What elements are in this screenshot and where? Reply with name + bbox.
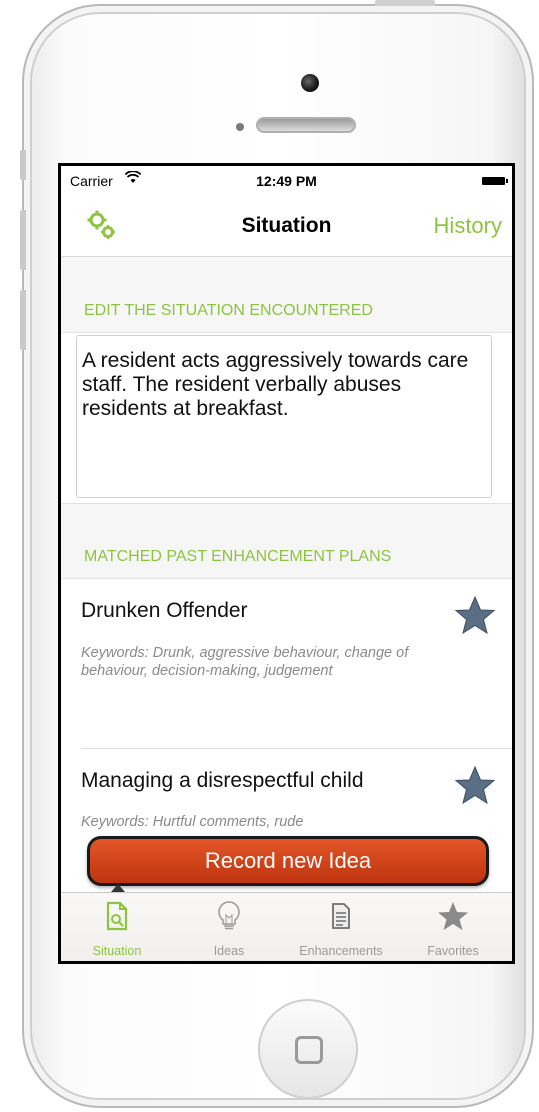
tab-enhancements[interactable]: Enhancements (285, 893, 397, 961)
home-square-icon (295, 1036, 323, 1064)
lightbulb-icon (218, 901, 240, 930)
power-button (375, 0, 435, 6)
speaker-grille (256, 117, 356, 133)
document-search-icon (106, 901, 128, 931)
section-header-plans: MATCHED PAST ENHANCEMENT PLANS (84, 548, 392, 565)
navigation-bar: Situation History (61, 194, 512, 257)
battery-icon (482, 177, 508, 185)
tab-favorites[interactable]: Favorites (397, 893, 509, 961)
tab-label: Situation (92, 944, 142, 958)
situation-text-area[interactable]: A resident acts aggressively towards car… (76, 335, 492, 498)
phone-screen: Carrier 12:49 PM Situation History EDIT … (58, 163, 515, 964)
star-icon (438, 902, 468, 930)
home-button[interactable] (258, 999, 358, 1099)
document-icon (332, 903, 350, 929)
plan-title: Managing a disrespectful child (81, 769, 364, 792)
volume-up-button (20, 210, 26, 270)
sensor-dot (236, 123, 244, 131)
record-new-idea-button[interactable]: Record new Idea (87, 836, 489, 886)
status-bar: Carrier 12:49 PM (61, 166, 512, 194)
section-header-situation: EDIT THE SITUATION ENCOUNTERED (84, 302, 373, 319)
plan-list-item[interactable]: Drunken Offender Keywords: Drunk, aggres… (61, 579, 512, 749)
volume-down-button (20, 290, 26, 350)
star-icon[interactable] (454, 595, 496, 637)
mute-switch (20, 150, 26, 180)
tab-bar: Situation Ideas Enhancements Favorites (61, 892, 512, 961)
tab-situation[interactable]: Situation (61, 893, 173, 961)
plan-keywords: Keywords: Hurtful comments, rude (81, 814, 304, 830)
history-button[interactable]: History (434, 213, 502, 239)
status-time: 12:49 PM (256, 173, 317, 189)
star-icon[interactable] (454, 765, 496, 807)
situation-cell: A resident acts aggressively towards car… (61, 332, 512, 504)
tab-label: Ideas (213, 944, 245, 958)
plan-keywords: Keywords: Drunk, aggressive behaviour, c… (81, 645, 409, 679)
record-button-pointer (111, 884, 125, 892)
tab-ideas[interactable]: Ideas (173, 893, 285, 961)
camera-icon (301, 74, 319, 92)
plan-title: Drunken Offender (81, 599, 248, 622)
tab-label: Favorites (427, 944, 479, 958)
tab-label: Enhancements (299, 944, 383, 958)
